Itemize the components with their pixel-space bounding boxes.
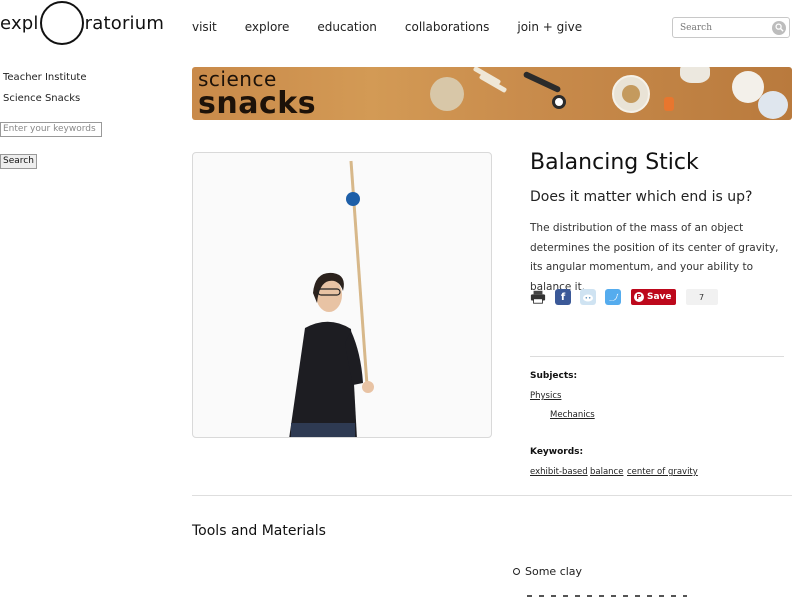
nav-join-give[interactable]: join + give <box>517 20 582 34</box>
subjects-label: Subjects: <box>530 371 578 381</box>
keyword-search-button[interactable]: Search <box>0 154 37 169</box>
divider <box>530 356 784 357</box>
nav-collaborations[interactable]: collaborations <box>405 20 489 34</box>
snack-title: Balancing Stick <box>530 150 699 175</box>
keyword-link-exhibit-based[interactable]: exhibit-based <box>530 467 588 477</box>
nav-education[interactable]: education <box>317 20 377 34</box>
section-divider <box>192 495 792 496</box>
list-continuation <box>527 592 687 597</box>
tools-heading: Tools and Materials <box>192 523 326 539</box>
share-bar: f P Save 7 <box>530 289 718 305</box>
exploratorium-logo[interactable]: expl ratorium <box>0 0 164 46</box>
keyword-search-input[interactable]: Enter your keywords <box>0 122 102 137</box>
pinterest-icon: P <box>634 292 644 302</box>
reddit-icon[interactable] <box>580 289 596 305</box>
nav-explore[interactable]: explore <box>245 20 290 34</box>
facebook-icon[interactable]: f <box>555 289 571 305</box>
main-nav: visit explore education collaborations j… <box>192 20 610 34</box>
search-icon[interactable] <box>772 20 786 35</box>
subject-link-mechanics[interactable]: Mechanics <box>550 410 595 420</box>
snack-description: The distribution of the mass of an objec… <box>530 222 779 293</box>
science-snacks-banner: science snacks <box>192 67 792 120</box>
header-search-placeholder: Search <box>680 22 712 33</box>
logo-text-right: ratorium <box>84 12 165 34</box>
nav-visit[interactable]: visit <box>192 20 217 34</box>
woman-balancing-stick-image <box>289 160 374 437</box>
keyword-link-center-of-gravity[interactable]: center of gravity <box>627 467 698 477</box>
keywords-label: Keywords: <box>530 447 584 457</box>
bullet-icon <box>513 568 520 575</box>
subject-link-physics[interactable]: Physics <box>530 391 561 401</box>
snack-subtitle: Does it matter which end is up? <box>530 189 753 205</box>
twitter-icon[interactable] <box>605 289 621 305</box>
materials-list-item: Some clay <box>513 565 582 578</box>
banner-line2: snacks <box>198 86 317 120</box>
logo-ring-icon <box>39 1 84 45</box>
sidebar-link-teacher-institute[interactable]: Teacher Institute <box>0 72 87 83</box>
pinterest-save-button[interactable]: P Save <box>631 289 676 305</box>
keyword-link-balance[interactable]: balance <box>590 467 623 477</box>
logo-text-left: expl <box>0 12 39 34</box>
snack-photo <box>192 152 492 438</box>
material-label: Some clay <box>525 565 583 578</box>
header-search-input[interactable]: Search <box>672 17 790 38</box>
print-icon[interactable] <box>530 289 546 305</box>
pinterest-save-count: 7 <box>685 289 718 305</box>
pinterest-save-label: Save <box>647 292 672 302</box>
sidebar-link-science-snacks[interactable]: Science Snacks <box>0 93 80 104</box>
